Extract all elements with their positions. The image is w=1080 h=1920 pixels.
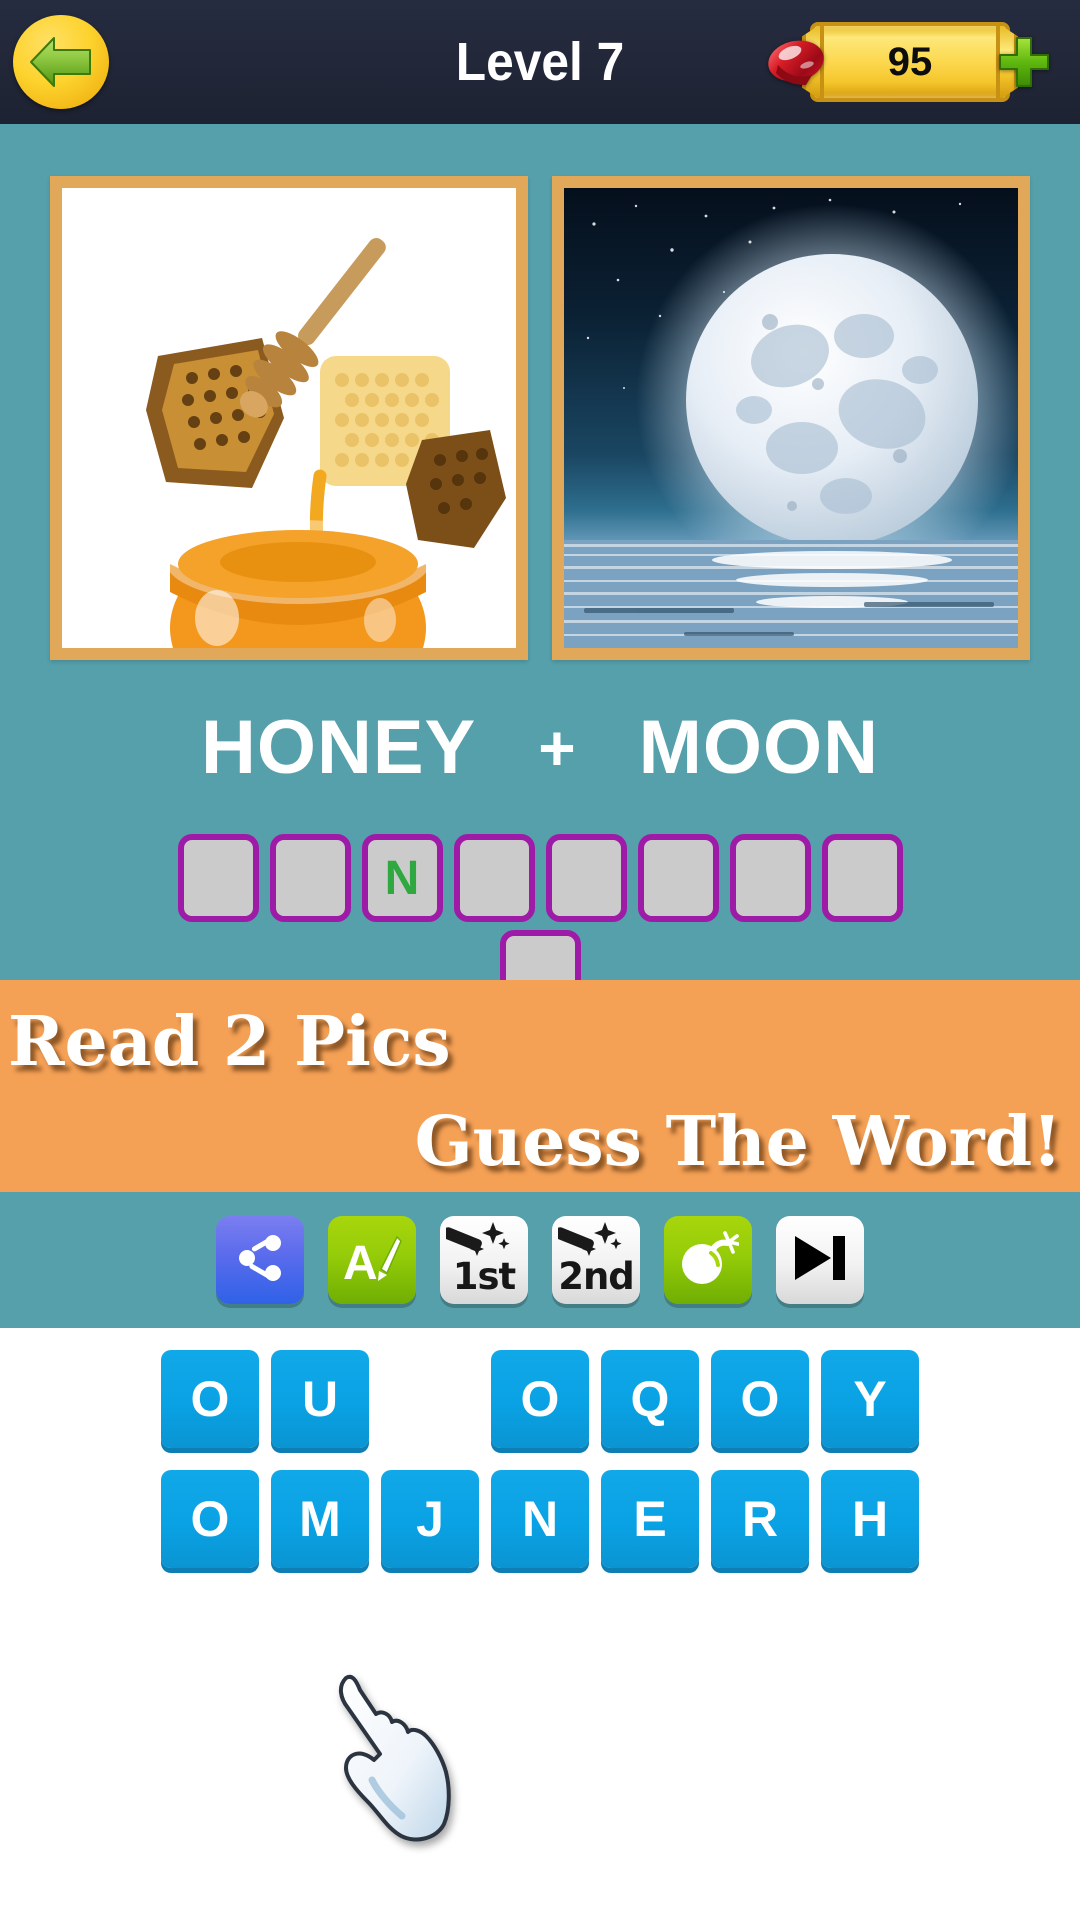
reveal-second-letter-label: 2nd — [558, 1255, 635, 1298]
share-button[interactable] — [216, 1216, 304, 1304]
answer-slot[interactable]: N — [361, 834, 443, 922]
skip-level-button[interactable] — [776, 1216, 864, 1304]
letter-key[interactable]: Q — [601, 1350, 699, 1448]
letter-key[interactable]: R — [711, 1470, 809, 1568]
powerup-toolbar: A 1st 2nd — [0, 1192, 1080, 1328]
letter-key[interactable]: O — [161, 1350, 259, 1448]
keyboard-row-2: OMJNERH — [0, 1448, 1080, 1568]
keyboard-row-1: OUOQOY — [0, 1328, 1080, 1448]
moon-picture-image — [564, 188, 1018, 648]
clue-word-right: MOON — [638, 705, 880, 790]
answer-slots-row-1: N — [0, 834, 1080, 922]
promo-banner: Read 2 Pics Guess The Word! — [0, 980, 1080, 1192]
clue-operator: + — [538, 711, 577, 784]
plus-icon[interactable] — [996, 34, 1052, 90]
bomb-icon — [677, 1229, 740, 1292]
banner-line-2: Guess The Word! — [414, 1102, 1062, 1182]
reveal-first-letter-button[interactable]: 1st — [440, 1216, 528, 1304]
app-header: Level 7 95 — [0, 0, 1080, 124]
clue-word-left: HONEY — [200, 705, 477, 790]
bomb-remove-letters-button[interactable] — [664, 1216, 752, 1304]
clue-words: HONEY + MOON — [0, 704, 1080, 791]
banner-line-1: Read 2 Pics — [8, 1002, 451, 1082]
honey-picture-image — [62, 188, 516, 648]
coin-plate: 95 — [810, 22, 1010, 102]
honey-picture[interactable] — [50, 176, 528, 660]
answer-slot[interactable] — [453, 834, 535, 922]
answer-slot[interactable] — [729, 834, 811, 922]
letter-key[interactable]: Y — [821, 1350, 919, 1448]
letter-key[interactable]: E — [601, 1470, 699, 1568]
svg-text:A: A — [343, 1237, 378, 1287]
picture-pair — [0, 176, 1080, 660]
letter-key[interactable]: O — [491, 1350, 589, 1448]
coin-widget[interactable]: 95 — [766, 22, 1052, 102]
answer-slot[interactable] — [545, 834, 627, 922]
letter-key[interactable]: U — [271, 1350, 369, 1448]
hint-letter-button[interactable]: A — [328, 1216, 416, 1304]
reveal-first-letter-label: 1st — [452, 1255, 516, 1298]
skip-next-icon — [791, 1232, 849, 1289]
moon-picture[interactable] — [552, 176, 1030, 660]
letter-key[interactable]: N — [491, 1470, 589, 1568]
answer-slot[interactable] — [269, 834, 351, 922]
letter-key[interactable]: O — [161, 1470, 259, 1568]
answer-slot[interactable] — [637, 834, 719, 922]
coin-count: 95 — [887, 39, 933, 84]
letter-key[interactable]: O — [711, 1350, 809, 1448]
reveal-second-letter-button[interactable]: 2nd — [552, 1216, 640, 1304]
letter-key[interactable]: M — [271, 1470, 369, 1568]
answer-slot[interactable] — [821, 834, 903, 922]
letter-key[interactable]: H — [821, 1470, 919, 1568]
share-icon — [233, 1231, 287, 1290]
letter-keyboard: OUOQOY OMJNERH — [0, 1328, 1080, 1920]
answer-slot[interactable] — [177, 834, 259, 922]
letter-brush-icon: A — [341, 1229, 403, 1292]
puzzle-area: HONEY + MOON N — [0, 124, 1080, 1018]
ruby-gem-icon — [766, 35, 826, 89]
letter-key[interactable]: J — [381, 1470, 479, 1568]
